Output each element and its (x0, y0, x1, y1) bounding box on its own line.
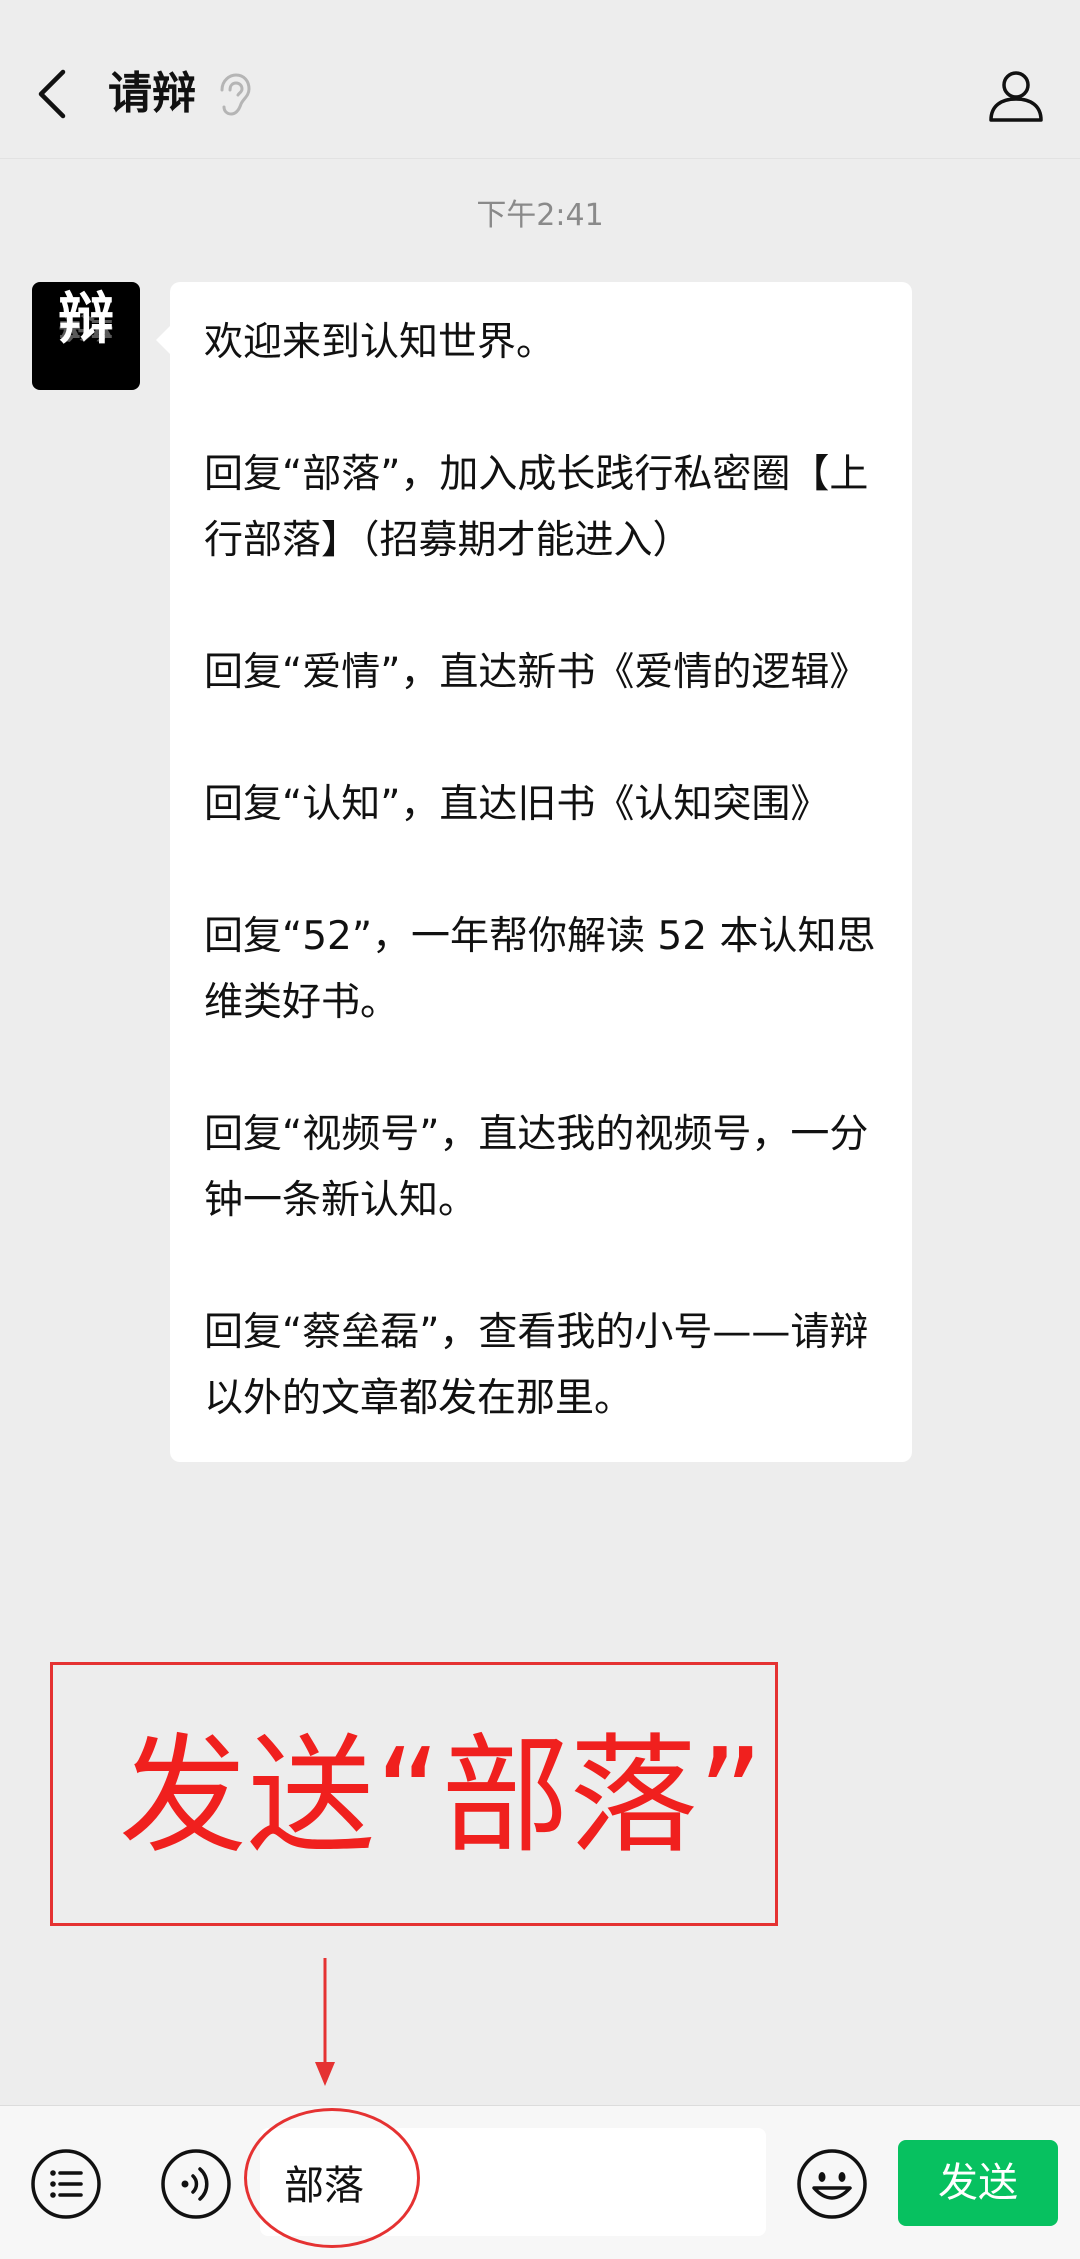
voice-button[interactable] (158, 2146, 234, 2222)
list-menu-icon (31, 2149, 101, 2219)
voice-icon (161, 2149, 231, 2219)
annotation-box: 发送“部落” (50, 1662, 778, 1926)
message-paragraph: 回复“爱情”，直达新书《爱情的逻辑》 (204, 650, 869, 695)
profile-button[interactable] (980, 60, 1052, 132)
message-paragraph: 回复“认知”，直达旧书《认知突围》 (204, 782, 830, 827)
message-paragraph: 欢迎来到认知世界。 (204, 320, 556, 365)
emoji-icon (797, 2149, 867, 2219)
annotation-arrow-icon (315, 1958, 335, 2086)
message-timestamp: 下午2:41 (476, 198, 604, 233)
message-paragraph: 回复“视频号”，直达我的视频号，一分钟一条新认知。 (204, 1112, 869, 1223)
annotation-text: 发送“部落” (119, 1722, 764, 1871)
message-paragraph: 回复“蔡垒磊”，查看我的小号——请辩以外的文章都发在那里。 (204, 1310, 869, 1421)
message-paragraph: 回复“部落”，加入成长践行私密圈【上行部落】（招募期才能进入） (204, 452, 869, 563)
chat-title: 请辩 (108, 68, 196, 119)
message-bubble[interactable]: 欢迎来到认知世界。 回复“部落”，加入成长践行私密圈【上行部落】（招募期才能进入… (156, 282, 912, 1462)
annotation-circle (244, 2108, 420, 2248)
chevron-left-icon (38, 69, 66, 119)
menu-button[interactable] (28, 2146, 104, 2222)
chat-header: 请辩 (0, 0, 1080, 159)
message-paragraph: 回复“52”，一年帮你解读 52 本认知思维类好书。 (204, 914, 876, 1025)
back-button[interactable] (24, 58, 80, 130)
emoji-button[interactable] (794, 2146, 870, 2222)
send-button[interactable]: 发送 (898, 2140, 1058, 2226)
person-icon (989, 71, 1043, 122)
ear-icon (220, 73, 251, 116)
avatar-char-reflection: 辩 (58, 307, 114, 344)
sender-avatar[interactable]: 辩 辩 (32, 282, 140, 390)
